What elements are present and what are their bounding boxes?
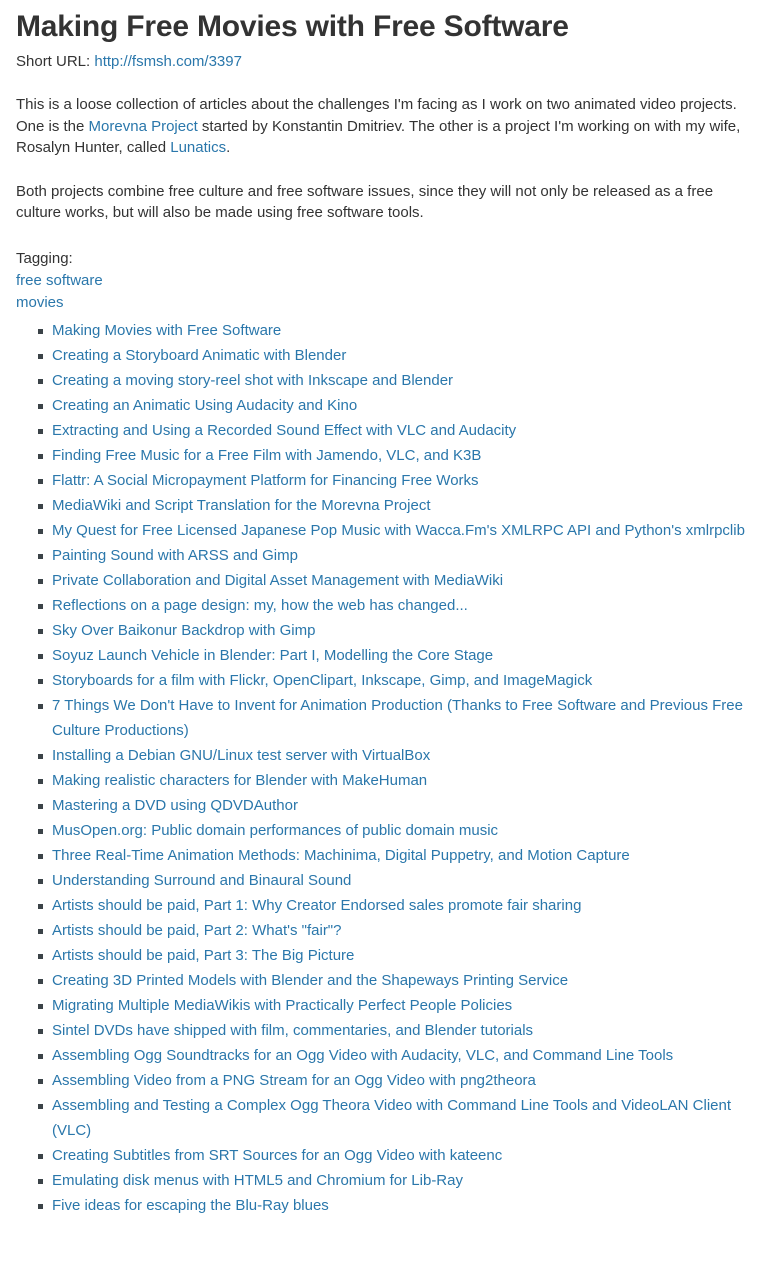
article-link[interactable]: MusOpen.org: Public domain performances … — [52, 822, 498, 839]
list-item: Assembling Ogg Soundtracks for an Ogg Vi… — [16, 1043, 760, 1068]
list-item: 7 Things We Don't Have to Invent for Ani… — [16, 693, 760, 743]
article-link[interactable]: Assembling Ogg Soundtracks for an Ogg Vi… — [52, 1047, 673, 1064]
list-item: Five ideas for escaping the Blu-Ray blue… — [16, 1193, 760, 1218]
list-item: Mastering a DVD using QDVDAuthor — [16, 793, 760, 818]
list-item: Assembling Video from a PNG Stream for a… — [16, 1068, 760, 1093]
short-url-link[interactable]: http://fsmsh.com/3397 — [94, 53, 242, 70]
article-link[interactable]: Artists should be paid, Part 1: Why Crea… — [52, 897, 581, 914]
list-item: Installing a Debian GNU/Linux test serve… — [16, 743, 760, 768]
article-link[interactable]: Painting Sound with ARSS and Gimp — [52, 547, 298, 564]
article-link[interactable]: Creating 3D Printed Models with Blender … — [52, 972, 568, 989]
article-list: Making Movies with Free Software Creating… — [16, 318, 760, 1218]
list-item: Assembling and Testing a Complex Ogg The… — [16, 1093, 760, 1143]
article-link[interactable]: Five ideas for escaping the Blu-Ray blue… — [52, 1197, 329, 1214]
list-item: Finding Free Music for a Free Film with … — [16, 443, 760, 468]
article-link[interactable]: Mastering a DVD using QDVDAuthor — [52, 797, 298, 814]
article-link[interactable]: MediaWiki and Script Translation for the… — [52, 497, 431, 514]
morevna-project-link[interactable]: Morevna Project — [89, 118, 198, 135]
list-item: Migrating Multiple MediaWikis with Pract… — [16, 993, 760, 1018]
intro-paragraph-2: Both projects combine free culture and f… — [16, 182, 714, 222]
list-item: Extracting and Using a Recorded Sound Ef… — [16, 418, 760, 443]
list-item: Artists should be paid, Part 2: What's "… — [16, 918, 760, 943]
list-item: MusOpen.org: Public domain performances … — [16, 818, 760, 843]
article-link[interactable]: Reflections on a page design: my, how th… — [52, 597, 468, 614]
article-link[interactable]: Soyuz Launch Vehicle in Blender: Part I,… — [52, 647, 493, 664]
intro-text-segment-3: . — [226, 139, 231, 156]
tagging-label: Tagging: — [16, 249, 73, 267]
list-item: Understanding Surround and Binaural Soun… — [16, 868, 760, 893]
list-item: Creating Subtitles from SRT Sources for … — [16, 1143, 760, 1168]
article-link[interactable]: Three Real-Time Animation Methods: Machi… — [52, 847, 630, 864]
list-item: Emulating disk menus with HTML5 and Chro… — [16, 1168, 760, 1193]
article-link[interactable]: Artists should be paid, Part 2: What's "… — [52, 922, 341, 939]
article-link[interactable]: Sky Over Baikonur Backdrop with Gimp — [52, 622, 315, 639]
page-title: Making Free Movies with Free Software — [16, 10, 569, 43]
list-item: Creating a moving story-reel shot with I… — [16, 368, 760, 393]
list-item: Artists should be paid, Part 1: Why Crea… — [16, 893, 760, 918]
article-link[interactable]: Finding Free Music for a Free Film with … — [52, 447, 481, 464]
article-link[interactable]: Flattr: A Social Micropayment Platform f… — [52, 472, 479, 489]
article-link[interactable]: Creating an Animatic Using Audacity and … — [52, 397, 357, 414]
article-link[interactable]: Private Collaboration and Digital Asset … — [52, 572, 503, 589]
article-link[interactable]: Installing a Debian GNU/Linux test serve… — [52, 747, 430, 764]
list-item: Storyboards for a film with Flickr, Open… — [16, 668, 760, 693]
list-item: Soyuz Launch Vehicle in Blender: Part I,… — [16, 643, 760, 668]
list-item: Private Collaboration and Digital Asset … — [16, 568, 760, 593]
article-link[interactable]: Creating a moving story-reel shot with I… — [52, 372, 453, 389]
list-item: Three Real-Time Animation Methods: Machi… — [16, 843, 760, 868]
list-item: MediaWiki and Script Translation for the… — [16, 493, 760, 518]
short-url-line: Short URL: http://fsmsh.com/3397 — [16, 52, 760, 72]
article-link[interactable]: Emulating disk menus with HTML5 and Chro… — [52, 1172, 463, 1189]
intro-paragraph-1: This is a loose collection of articles a… — [16, 94, 760, 159]
article-link[interactable]: Creating a Storyboard Animatic with Blen… — [52, 347, 346, 364]
tag-link-movies[interactable]: movies — [16, 292, 760, 314]
article-link[interactable]: Storyboards for a film with Flickr, Open… — [52, 672, 592, 689]
list-item: Creating 3D Printed Models with Blender … — [16, 968, 760, 993]
list-item: Painting Sound with ARSS and Gimp — [16, 543, 760, 568]
list-item: Creating a Storyboard Animatic with Blen… — [16, 343, 760, 368]
tag-link-free-software[interactable]: free software — [16, 270, 760, 292]
article-link[interactable]: My Quest for Free Licensed Japanese Pop … — [52, 522, 745, 539]
article-link[interactable]: Extracting and Using a Recorded Sound Ef… — [52, 422, 516, 439]
short-url-label: Short URL: — [16, 53, 91, 70]
article-link[interactable]: Sintel DVDs have shipped with film, comm… — [52, 1022, 533, 1039]
article-link[interactable]: Making realistic characters for Blender … — [52, 772, 427, 789]
article-link[interactable]: Assembling Video from a PNG Stream for a… — [52, 1072, 536, 1089]
list-item: Sky Over Baikonur Backdrop with Gimp — [16, 618, 760, 643]
list-item: Artists should be paid, Part 3: The Big … — [16, 943, 760, 968]
list-item: Creating an Animatic Using Audacity and … — [16, 393, 760, 418]
article-link[interactable]: Making Movies with Free Software — [52, 322, 281, 339]
article-link[interactable]: 7 Things We Don't Have to Invent for Ani… — [52, 697, 743, 739]
tagging-block: Tagging: free software movies — [16, 248, 760, 314]
list-item: Sintel DVDs have shipped with film, comm… — [16, 1018, 760, 1043]
list-item: Reflections on a page design: my, how th… — [16, 593, 760, 618]
article-link[interactable]: Artists should be paid, Part 3: The Big … — [52, 947, 354, 964]
article-link[interactable]: Creating Subtitles from SRT Sources for … — [52, 1147, 502, 1164]
article-link[interactable]: Understanding Surround and Binaural Soun… — [52, 872, 351, 889]
lunatics-link[interactable]: Lunatics — [170, 139, 226, 156]
article-page: Making Free Movies with Free Software Sh… — [0, 10, 766, 1218]
article-link[interactable]: Assembling and Testing a Complex Ogg The… — [52, 1097, 731, 1139]
article-link[interactable]: Migrating Multiple MediaWikis with Pract… — [52, 997, 512, 1014]
list-item: Making realistic characters for Blender … — [16, 768, 760, 793]
list-item: My Quest for Free Licensed Japanese Pop … — [16, 518, 760, 543]
list-item: Flattr: A Social Micropayment Platform f… — [16, 468, 760, 493]
list-item: Making Movies with Free Software — [16, 318, 760, 343]
